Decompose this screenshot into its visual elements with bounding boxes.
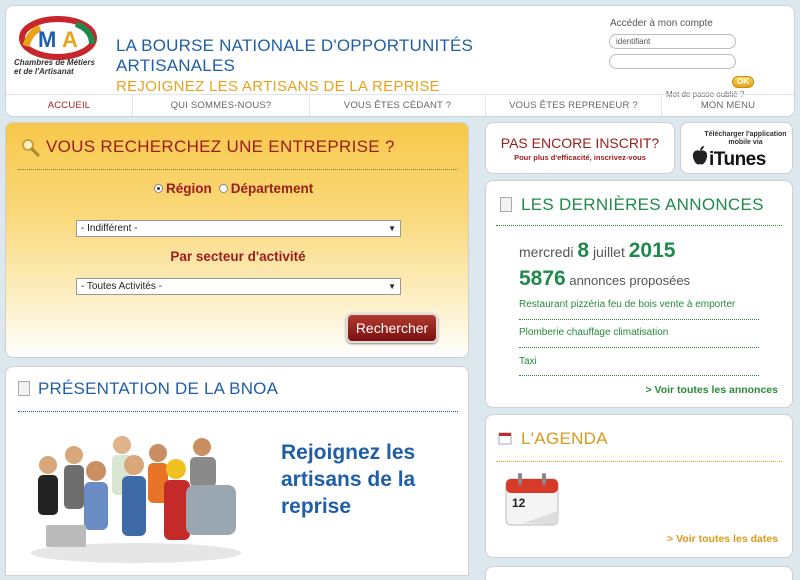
ad-link-item[interactable]: Plomberie chauffage climatisation	[519, 327, 668, 338]
date-day-number: 8	[577, 239, 590, 262]
login-input[interactable]	[609, 34, 736, 49]
region-select[interactable]: - Indifférent - ▼	[76, 220, 401, 237]
date-month: juillet	[592, 244, 625, 260]
password-input[interactable]	[609, 54, 736, 69]
cma-logo-icon: M A	[19, 16, 97, 60]
agenda-title: L'AGENDA	[521, 429, 608, 448]
nav-mon-menu[interactable]: MON MENU	[662, 95, 794, 117]
divider	[519, 375, 759, 376]
date-day-name: mercredi	[519, 244, 574, 260]
see-all-dates-link[interactable]: > Voir toutes les dates	[667, 533, 778, 545]
ad-link-item[interactable]: Restaurant pizzéria feu de bois vente à …	[519, 299, 735, 310]
divider	[519, 347, 759, 348]
account-title: Accéder à mon compte	[610, 18, 713, 29]
region-radio-group: Région Département	[154, 181, 313, 196]
calendar-day: 12	[512, 496, 526, 510]
divider	[496, 461, 782, 462]
latest-ads-title: LES DERNIÈRES ANNONCES	[521, 195, 764, 214]
register-box[interactable]: PAS ENCORE INSCRIT? Pour plus d'efficaci…	[485, 122, 675, 174]
logo-caption: Chambres de Métiers et de l'Artisanat	[14, 58, 95, 76]
sector-label: Par secteur d'activité	[170, 249, 306, 264]
divider	[496, 225, 782, 226]
document-icon	[500, 197, 512, 212]
apple-icon	[692, 146, 708, 165]
main-nav: ACCUEIL QUI SOMMES-NOUS? VOUS ÊTES CÉDAN…	[6, 94, 794, 117]
date-year: 2015	[628, 239, 676, 262]
svg-text:M: M	[38, 27, 56, 52]
artisan-figures	[38, 436, 236, 547]
calendar-icon[interactable]: 12	[504, 471, 560, 527]
ad-link-item[interactable]: Taxi	[519, 356, 537, 367]
artisans-photo	[31, 436, 241, 563]
ads-count-label: annonces proposées	[569, 273, 691, 288]
dropdown-arrow-icon: ▼	[388, 224, 396, 233]
svg-text:A: A	[62, 27, 78, 52]
site-subtitle: REJOIGNEZ LES ARTISANS DE LA REPRISE	[116, 78, 440, 95]
account-login: Accéder à mon compte OK Mot de passe oub…	[606, 16, 796, 99]
divider	[18, 411, 458, 412]
agenda-icon	[498, 432, 512, 445]
dropdown-arrow-icon: ▼	[388, 282, 396, 291]
divider	[18, 169, 458, 170]
site-header: M A Chambres de Métiers et de l'Artisana…	[5, 5, 795, 117]
presentation-panel: PRÉSENTATION DE LA BNOA Rejoignez les ar…	[5, 366, 469, 576]
ads-count-number: 5876	[519, 267, 566, 290]
divider	[519, 319, 759, 320]
document-icon	[18, 381, 30, 396]
current-date: mercredi 8 juillet 2015	[519, 239, 675, 263]
radio-departement[interactable]	[218, 184, 228, 193]
agenda-panel: L'AGENDA 12 > Voir toutes les dates	[485, 414, 793, 558]
search-panel: VOUS RECHERCHEZ UNE ENTREPRISE ? Région …	[5, 122, 469, 358]
ads-count: 5876 annonces proposées	[519, 267, 690, 291]
itunes-label: iTunes	[709, 149, 766, 170]
latest-ads-panel: LES DERNIÈRES ANNONCES mercredi 8 juille…	[485, 180, 793, 408]
register-title[interactable]: PAS ENCORE INSCRIT?	[486, 135, 674, 151]
search-button[interactable]: Rechercher	[346, 313, 438, 343]
radio-region[interactable]	[154, 184, 163, 193]
site-title: LA BOURSE NATIONALE D'OPPORTUNITÉS ARTIS…	[116, 36, 474, 75]
search-title: VOUS RECHERCHEZ UNE ENTREPRISE ?	[46, 137, 395, 156]
nav-cedant[interactable]: VOUS ÊTES CÉDANT ?	[310, 95, 486, 117]
cma-logo[interactable]: M A	[16, 14, 106, 92]
radio-region-label[interactable]: Région	[166, 181, 212, 196]
sector-select-value: - Toutes Activités -	[81, 281, 162, 292]
magnifier-icon	[22, 139, 40, 157]
region-select-value: - Indifférent -	[81, 223, 138, 234]
nav-qui-sommes-nous[interactable]: QUI SOMMES-NOUS?	[133, 95, 310, 117]
see-all-ads-link[interactable]: > Voir toutes les annonces	[645, 384, 778, 396]
register-subtitle: Pour plus d'efficacité, inscrivez-vous	[514, 153, 646, 162]
next-panel	[485, 566, 793, 580]
nav-accueil[interactable]: ACCUEIL	[6, 95, 133, 117]
nav-repreneur[interactable]: VOUS ÊTES REPRENEUR ?	[486, 95, 662, 117]
presentation-tagline: Rejoignez les artisans de la reprise	[281, 441, 416, 518]
radio-departement-label[interactable]: Département	[231, 181, 314, 196]
presentation-title[interactable]: PRÉSENTATION DE LA BNOA	[38, 379, 278, 399]
sector-select[interactable]: - Toutes Activités - ▼	[76, 278, 401, 295]
itunes-box[interactable]: Télécharger l'application mobile via iTu…	[680, 122, 793, 174]
login-ok-button[interactable]: OK	[732, 76, 754, 88]
